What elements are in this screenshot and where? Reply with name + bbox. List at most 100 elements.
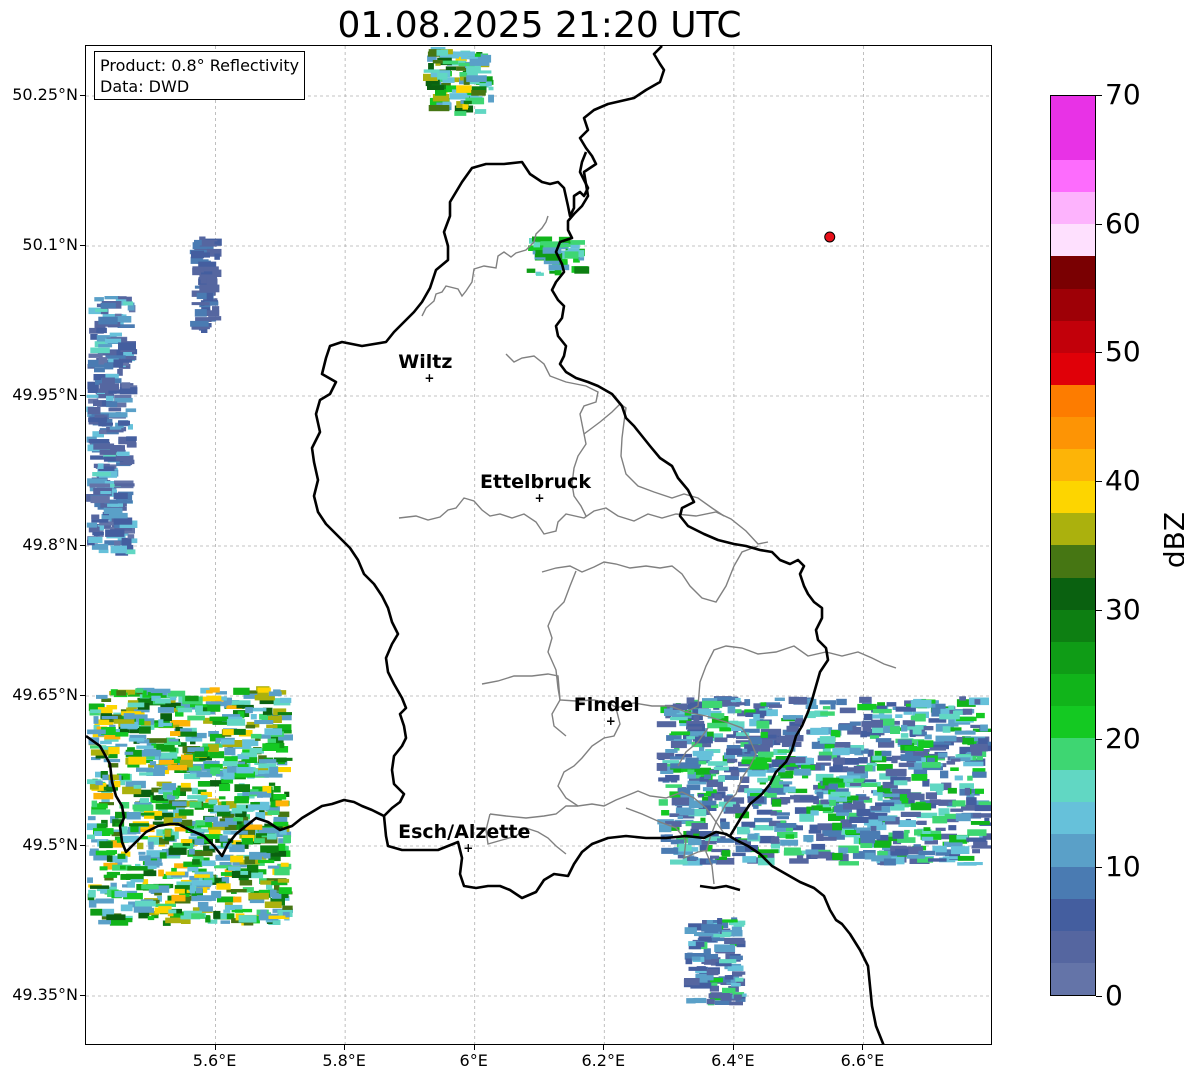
echo-pixel bbox=[786, 725, 799, 732]
echo-pixel bbox=[436, 49, 449, 56]
echo-pixel bbox=[158, 719, 164, 727]
echo-pixel bbox=[130, 879, 144, 883]
echo-pixel bbox=[99, 866, 108, 871]
echo-pixel bbox=[171, 867, 177, 872]
echo-pixel bbox=[775, 812, 790, 816]
echo-pixel bbox=[250, 733, 262, 739]
echo-pixel bbox=[120, 865, 126, 870]
echo-pixel bbox=[570, 240, 585, 245]
echo-pixel bbox=[932, 816, 948, 824]
echo-pixel bbox=[143, 870, 157, 877]
colorbar-segment bbox=[1051, 738, 1095, 771]
echo-pixel bbox=[819, 736, 836, 744]
echo-pixel bbox=[98, 418, 107, 427]
echo-pixel bbox=[810, 810, 819, 816]
city-marker-icon: + bbox=[606, 714, 616, 728]
echo-pixel bbox=[724, 937, 745, 944]
echo-pixel bbox=[963, 862, 983, 866]
echo-pixel bbox=[90, 347, 110, 354]
echo-pixel bbox=[423, 69, 440, 73]
echo-pixel bbox=[172, 818, 183, 823]
colorbar-segment bbox=[1051, 641, 1095, 674]
echo-pixel bbox=[561, 243, 571, 248]
echo-pixel bbox=[702, 700, 723, 709]
echo-pixel bbox=[972, 771, 987, 778]
echo-pixel bbox=[118, 342, 136, 351]
echo-pixel bbox=[266, 724, 278, 729]
echo-pixel bbox=[209, 751, 225, 759]
echo-pixel bbox=[239, 879, 253, 886]
echo-pixel bbox=[861, 783, 878, 787]
echo-pixel bbox=[141, 749, 162, 757]
radar-site-marker[interactable] bbox=[824, 231, 836, 243]
echo-pixel bbox=[168, 909, 177, 914]
echo-pixel bbox=[780, 839, 799, 846]
echo-pixel bbox=[766, 709, 778, 717]
echo-pixel bbox=[820, 711, 835, 716]
echo-pixel bbox=[226, 719, 246, 726]
echo-pixel bbox=[817, 755, 832, 761]
echo-pixel bbox=[823, 836, 837, 841]
echo-pixel bbox=[113, 492, 128, 499]
echo-pixel bbox=[108, 746, 120, 755]
echo-pixel bbox=[757, 777, 768, 783]
echo-pixel bbox=[535, 236, 553, 242]
colorbar-tick-label: 50 bbox=[1105, 335, 1141, 369]
dbz-colorbar bbox=[1050, 95, 1096, 996]
echo-pixel bbox=[661, 810, 670, 816]
echo-pixel bbox=[962, 737, 974, 745]
echo-pixel bbox=[471, 90, 486, 96]
echo-pixel bbox=[564, 251, 579, 259]
echo-pixel bbox=[833, 757, 845, 765]
echo-pixel bbox=[216, 883, 231, 890]
echo-pixel bbox=[260, 845, 279, 853]
echo-pixel bbox=[910, 700, 932, 708]
echo-pixel bbox=[158, 869, 164, 877]
echo-pixel bbox=[488, 86, 494, 91]
echo-pixel bbox=[918, 740, 934, 748]
echo-pixel bbox=[923, 726, 934, 731]
echo-pixel bbox=[730, 983, 741, 987]
echo-pixel bbox=[168, 847, 187, 855]
echo-pixel bbox=[221, 779, 234, 784]
echo-pixel bbox=[860, 830, 881, 838]
echo-pixel bbox=[191, 913, 205, 919]
echo-pixel bbox=[427, 85, 445, 90]
echo-pixel bbox=[658, 799, 668, 806]
city-wiltz[interactable]: +Wiltz bbox=[398, 351, 452, 385]
echo-pixel bbox=[536, 272, 544, 276]
echo-pixel bbox=[774, 697, 785, 701]
colorbar-tick-label: 40 bbox=[1105, 464, 1141, 498]
echo-pixel bbox=[691, 956, 701, 961]
echo-pixel bbox=[191, 302, 210, 306]
echo-pixel bbox=[117, 500, 133, 504]
echo-pixel bbox=[257, 792, 263, 798]
map-panel[interactable]: + Wiltz + Ettelbruck + Findel + Esch/Alzette bbox=[85, 45, 992, 1045]
echo-pixel bbox=[254, 838, 265, 843]
echo-pixel bbox=[139, 772, 154, 776]
echo-pixel bbox=[950, 767, 959, 771]
colorbar-segment bbox=[1051, 417, 1095, 450]
echo-pixel bbox=[463, 100, 472, 105]
echo-pixel bbox=[719, 727, 732, 732]
city-findel[interactable]: +Findel bbox=[574, 694, 640, 728]
echo-pixel bbox=[658, 777, 678, 782]
echo-pixel bbox=[475, 109, 487, 114]
echo-pixel bbox=[842, 767, 863, 772]
echo-pixel bbox=[714, 737, 728, 743]
echo-pixel bbox=[268, 915, 286, 919]
echo-pixel bbox=[171, 894, 186, 902]
echo-pixel bbox=[90, 495, 110, 504]
echo-pixel bbox=[100, 740, 112, 745]
city-ettelbruck[interactable]: +Ettelbruck bbox=[480, 471, 591, 505]
echo-pixel bbox=[91, 519, 109, 523]
echo-cluster-north-west-cell bbox=[189, 236, 222, 333]
map-canvas[interactable]: +Wiltz+Ettelbruck+Findel+Esch/Alzette bbox=[86, 46, 992, 1045]
echo-pixel bbox=[95, 898, 114, 904]
echo-pixel bbox=[115, 316, 132, 323]
echo-pixel bbox=[88, 439, 110, 444]
echo-cluster-east-cells bbox=[656, 696, 991, 866]
echo-pixel bbox=[877, 793, 883, 801]
echo-pixel bbox=[148, 841, 154, 850]
echo-pixel bbox=[948, 825, 957, 831]
